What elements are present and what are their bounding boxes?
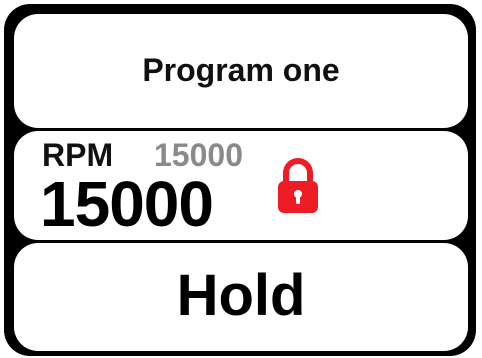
rpm-panel[interactable]: RPM 15000 15000 [14,131,468,240]
rpm-current-value: 15000 [40,168,214,240]
controller-display: Program one RPM 15000 15000 Hold [4,4,476,356]
program-button[interactable]: Program one [14,14,468,128]
lock-icon[interactable] [276,158,320,214]
mode-label: Hold [176,263,306,328]
mode-button[interactable]: Hold [14,243,468,351]
program-name: Program one [142,52,340,88]
